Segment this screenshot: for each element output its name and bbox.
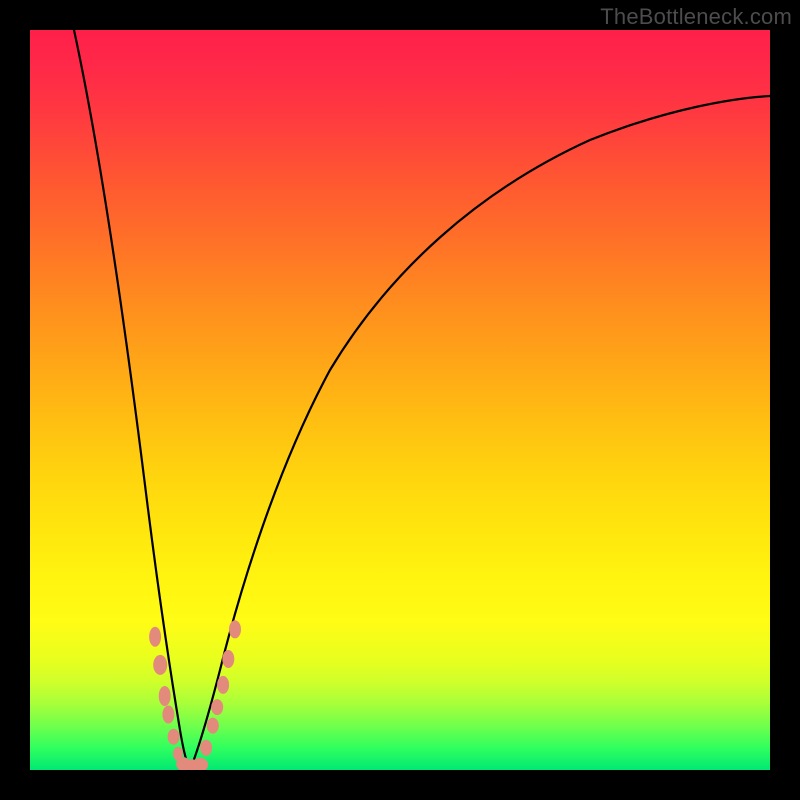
data-marker xyxy=(162,706,174,724)
data-marker xyxy=(159,686,171,706)
data-marker xyxy=(149,627,161,647)
left-branch-curve xyxy=(74,30,190,770)
data-marker xyxy=(207,718,219,734)
data-marker xyxy=(200,740,212,756)
plot-area xyxy=(30,30,770,770)
data-marker xyxy=(229,620,241,638)
chart-canvas: TheBottleneck.com xyxy=(0,0,800,800)
curve-svg xyxy=(30,30,770,770)
data-marker xyxy=(211,699,223,715)
data-marker xyxy=(153,655,167,675)
data-marker xyxy=(222,650,234,668)
data-marker xyxy=(217,676,229,694)
data-marker xyxy=(168,729,180,745)
watermark-text: TheBottleneck.com xyxy=(600,4,792,30)
right-branch-curve xyxy=(190,96,770,770)
